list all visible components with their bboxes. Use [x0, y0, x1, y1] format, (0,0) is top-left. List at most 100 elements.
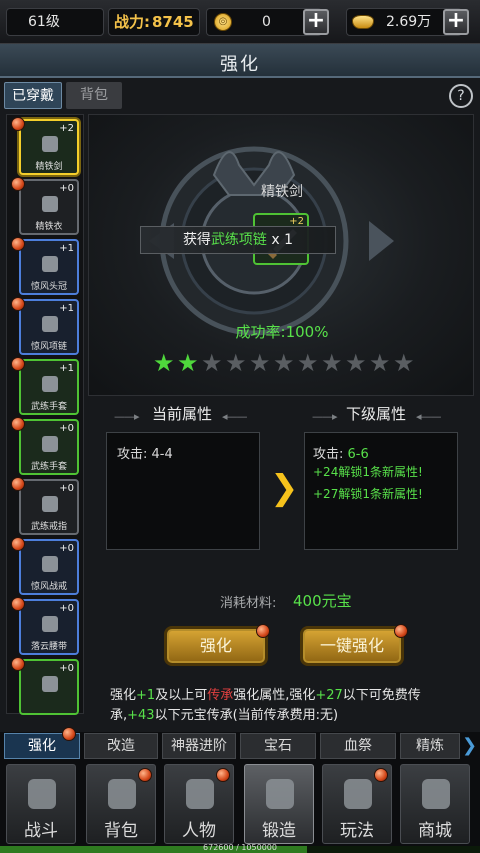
- tab-equipped[interactable]: 已穿戴: [4, 82, 62, 109]
- success-value: 100%: [285, 323, 329, 341]
- nav-label: 战斗: [24, 821, 58, 841]
- next-unlock-2: +27解锁1条新属性!: [313, 487, 423, 501]
- decor-arrow-right-2: ◂——: [416, 410, 442, 423]
- equipment-icon: [42, 436, 58, 452]
- notification-dot: [374, 768, 388, 782]
- level-text: 61级: [28, 14, 60, 30]
- item-label: 精铁剑: [35, 162, 63, 172]
- star-empty-icon: ★: [225, 349, 247, 377]
- item-plus: +0: [59, 543, 74, 554]
- equipment-item[interactable]: +2 精铁剑: [19, 119, 79, 175]
- current-attr-title: 当前属性: [152, 405, 213, 423]
- shop-icon: [422, 779, 450, 809]
- decor-arrow-right: ◂——: [222, 410, 248, 423]
- star-empty-icon: ★: [393, 349, 415, 377]
- equipment-item[interactable]: +0: [19, 659, 79, 715]
- power-label: 战力:: [114, 13, 150, 31]
- equipment-icon: [42, 496, 58, 512]
- obtain-qty: x 1: [271, 232, 294, 248]
- item-plus: +1: [59, 363, 74, 374]
- equipment-icon: [42, 676, 58, 692]
- obtain-banner: 获得武练项链 x 1: [140, 226, 336, 254]
- star-filled-icon: ★: [153, 349, 175, 377]
- equipment-item[interactable]: +0 落云腰带: [19, 599, 79, 655]
- subtab-item[interactable]: 血祭: [320, 733, 396, 759]
- subtab-item[interactable]: 精炼: [400, 733, 460, 759]
- equipment-item[interactable]: +0 惊风战戒: [19, 539, 79, 595]
- notification-dot: [256, 624, 270, 638]
- power-value: 8745: [152, 13, 194, 31]
- equipment-item[interactable]: +0 武练手套: [19, 419, 79, 475]
- notification-dot: [11, 477, 25, 491]
- nav-label: 商城: [418, 821, 452, 841]
- cost-value: 400元宝: [293, 592, 352, 610]
- star-filled-icon: ★: [177, 349, 199, 377]
- equipment-icon: [42, 616, 58, 632]
- item-label: 惊风头冠: [30, 282, 67, 292]
- notification-dot: [394, 624, 408, 638]
- notification-dot: [11, 657, 25, 671]
- crest-icon: [344, 779, 372, 809]
- enhance-button[interactable]: 强化: [164, 626, 268, 666]
- subtab-item[interactable]: 宝石: [240, 733, 316, 759]
- notification-dot: [11, 297, 25, 311]
- item-plus: +0: [59, 603, 74, 614]
- notification-dot: [11, 357, 25, 371]
- decor-arrow-left: ——▸: [114, 410, 140, 423]
- item-plus: +0: [59, 663, 74, 674]
- success-label: 成功率:: [235, 323, 286, 341]
- star-empty-icon: ★: [273, 349, 295, 377]
- obtain-item: 武练项链: [210, 232, 267, 248]
- equipment-list[interactable]: +2 精铁剑 +0 精铁衣 +1 惊风头冠 +1 惊风项链 +1 武练手套 +0 武练手套 +0 武练戒指…: [6, 114, 84, 715]
- crossed-swords-icon: [28, 779, 56, 809]
- arrow-right-icon: ❯: [270, 468, 299, 508]
- auto-enhance-button[interactable]: 一键强化: [300, 626, 404, 666]
- page-title: 强化: [220, 54, 260, 75]
- nav-item[interactable]: 战斗: [6, 764, 76, 844]
- next-unlock-1: +24解锁1条新属性!: [313, 465, 423, 479]
- add-gold-button[interactable]: +: [443, 9, 469, 35]
- anvil-icon: [266, 779, 294, 809]
- star-empty-icon: ★: [321, 349, 343, 377]
- coin-icon: ◎: [214, 13, 232, 31]
- star-rating: ★ ★ ★ ★ ★ ★ ★ ★ ★ ★ ★: [153, 351, 417, 375]
- success-rate: 成功率:100%: [89, 321, 475, 342]
- equipment-item[interactable]: +1 武练手套: [19, 359, 79, 415]
- notification-dot: [11, 177, 25, 191]
- notification-dot: [11, 537, 25, 551]
- next-attack: 攻击: 6-6: [313, 443, 369, 462]
- star-empty-icon: ★: [345, 349, 367, 377]
- subtab-item[interactable]: 改造: [84, 733, 158, 759]
- notification-dot: [11, 117, 25, 131]
- tab-backpack[interactable]: 背包: [66, 82, 122, 109]
- star-empty-icon: ★: [249, 349, 271, 377]
- equipment-icon: [42, 136, 58, 152]
- star-empty-icon: ★: [297, 349, 319, 377]
- current-attack-label: 攻击:: [117, 447, 148, 462]
- item-name: 精铁剑: [261, 184, 303, 200]
- item-plus: +0: [59, 483, 74, 494]
- help-button[interactable]: ?: [449, 84, 473, 108]
- next-attack-value: 6-6: [347, 447, 369, 462]
- star-empty-icon: ★: [201, 349, 223, 377]
- equipment-item[interactable]: +0 武练戒指: [19, 479, 79, 535]
- inherit-note: 强化+1及以上可传承强化属性,强化+27以下可免费传承,+43以下元宝传承(当前…: [110, 688, 421, 723]
- add-coin-button[interactable]: +: [303, 9, 329, 35]
- nav-item[interactable]: 商城: [400, 764, 470, 844]
- notification-dot: [11, 417, 25, 431]
- next-attr-title: 下级属性: [346, 405, 407, 423]
- equipment-item[interactable]: +1 惊风项链: [19, 299, 79, 355]
- equipment-item[interactable]: +0 精铁衣: [19, 179, 79, 235]
- equipment-item[interactable]: +1 惊风头冠: [19, 239, 79, 295]
- equipment-icon: [42, 256, 58, 272]
- nav-item[interactable]: 锻造: [244, 764, 314, 844]
- current-attr-box: 攻击: 4-4: [106, 432, 260, 550]
- helmet-icon: [108, 779, 136, 809]
- equipment-icon: [42, 556, 58, 572]
- item-label: 武练手套: [30, 402, 67, 412]
- subtab-item[interactable]: 神器进阶: [162, 733, 236, 759]
- equipment-icon: [42, 196, 58, 212]
- chevron-right-icon[interactable]: ❯: [462, 733, 478, 759]
- armor-icon: [186, 779, 214, 809]
- star-empty-icon: ★: [369, 349, 391, 377]
